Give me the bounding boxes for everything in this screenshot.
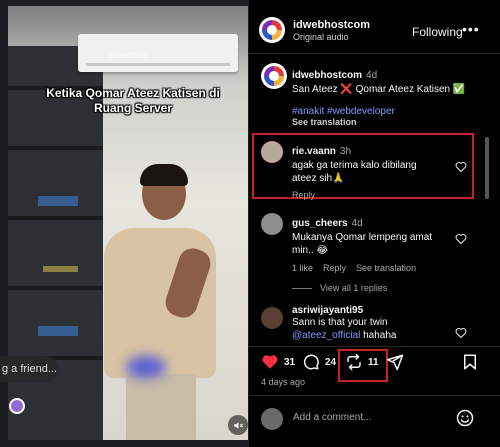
post-panel: idwebhostcom Original audio Following ••… (249, 0, 500, 447)
reply-button[interactable]: Reply (292, 190, 315, 200)
original-audio-link[interactable]: Original audio (293, 32, 349, 42)
add-comment-bar: Add a comment... (249, 395, 500, 447)
share-avatar[interactable] (9, 398, 25, 414)
comment-time: 3h (339, 146, 352, 157)
comment-avatar[interactable] (261, 213, 283, 235)
comment-bubble-icon (303, 354, 319, 370)
caption-text: San Ateez ❌ Qomar Ateez Katisen ✅ (292, 84, 466, 95)
post-date: 4 days ago (261, 377, 306, 387)
idwebhost-logo-icon (260, 18, 284, 42)
caption-hashtags[interactable]: #anakit #webdeveloper (292, 106, 477, 117)
blue-light (126, 356, 166, 378)
post-header: idwebhostcom Original audio Following ••… (249, 0, 500, 54)
comments-scrollbar[interactable] (485, 137, 489, 199)
comments-list[interactable]: idwebhostcom 4d San Ateez ❌ Qomar Ateez K… (249, 55, 500, 346)
heart-outline-icon[interactable] (455, 327, 467, 339)
bookmark-icon (464, 354, 476, 370)
repost-icon (347, 353, 361, 371)
action-bar: 31 24 11 4 days ago (249, 346, 500, 392)
video-pane[interactable]: idwebhost Ketika Qomar Ateez Katisen di … (0, 0, 249, 447)
video-watermark: idwebhost (108, 50, 149, 60)
comment-avatar[interactable] (261, 141, 283, 163)
save-button[interactable] (461, 353, 479, 371)
comment-text: Sann is that your twin (292, 317, 388, 328)
comment-username[interactable]: gus_cheers (292, 218, 348, 229)
header-username[interactable]: idwebhostcom (293, 19, 370, 31)
profile-avatar[interactable] (259, 17, 285, 43)
reposts-count: 11 (368, 356, 379, 368)
likes-count[interactable]: 1 like (292, 263, 313, 273)
comment-avatar[interactable] (261, 307, 283, 329)
muted-speaker-icon (233, 421, 243, 429)
send-icon (386, 354, 404, 371)
comment-username[interactable]: rie.vaann (292, 146, 336, 157)
idwebhost-logo-icon (262, 64, 286, 88)
add-comment-input[interactable]: Add a comment... (293, 412, 371, 423)
person-figure (96, 156, 216, 440)
comment-text: agak ga terima kalo dibilang ateez sih🙏 (292, 160, 417, 184)
heart-filled-icon (262, 355, 278, 369)
repost-button[interactable]: 11 (345, 353, 379, 371)
caption-see-translation[interactable]: See translation (292, 117, 477, 127)
comment-username[interactable]: asriwijayanti95 (292, 305, 477, 316)
mute-button[interactable] (228, 415, 248, 435)
likes-count: 31 (284, 356, 296, 368)
emoji-icon[interactable] (455, 408, 475, 428)
mention-link[interactable]: @ateez_official (292, 330, 360, 341)
reply-button[interactable]: Reply (323, 263, 346, 273)
caption-avatar[interactable] (261, 63, 287, 89)
comment-time: 4d (351, 218, 363, 229)
air-conditioner (78, 34, 238, 72)
more-options-button[interactable]: ••• (462, 21, 480, 37)
share-friend-field[interactable]: g a friend... (0, 356, 58, 382)
heart-outline-icon[interactable] (455, 233, 467, 245)
comment-text: Mukanya Qomar lempeng amat min.. 😂 (292, 232, 433, 256)
comments-count: 24 (325, 356, 337, 368)
view-replies-link[interactable]: View all 1 replies (292, 283, 387, 293)
current-user-avatar (261, 408, 283, 430)
share-button[interactable] (386, 353, 404, 371)
like-button[interactable]: 31 (261, 353, 295, 371)
caption-time: 4d (366, 70, 378, 81)
following-button[interactable]: Following (412, 25, 463, 39)
see-translation-link[interactable]: See translation (356, 263, 416, 273)
caption-username[interactable]: idwebhostcom (292, 70, 362, 81)
heart-outline-icon[interactable] (455, 161, 467, 173)
comment-text-tail: hahaha (363, 330, 397, 341)
video-caption: Ketika Qomar Ateez Katisen di Ruang Serv… (46, 86, 220, 115)
comment-button[interactable]: 24 (302, 353, 336, 371)
